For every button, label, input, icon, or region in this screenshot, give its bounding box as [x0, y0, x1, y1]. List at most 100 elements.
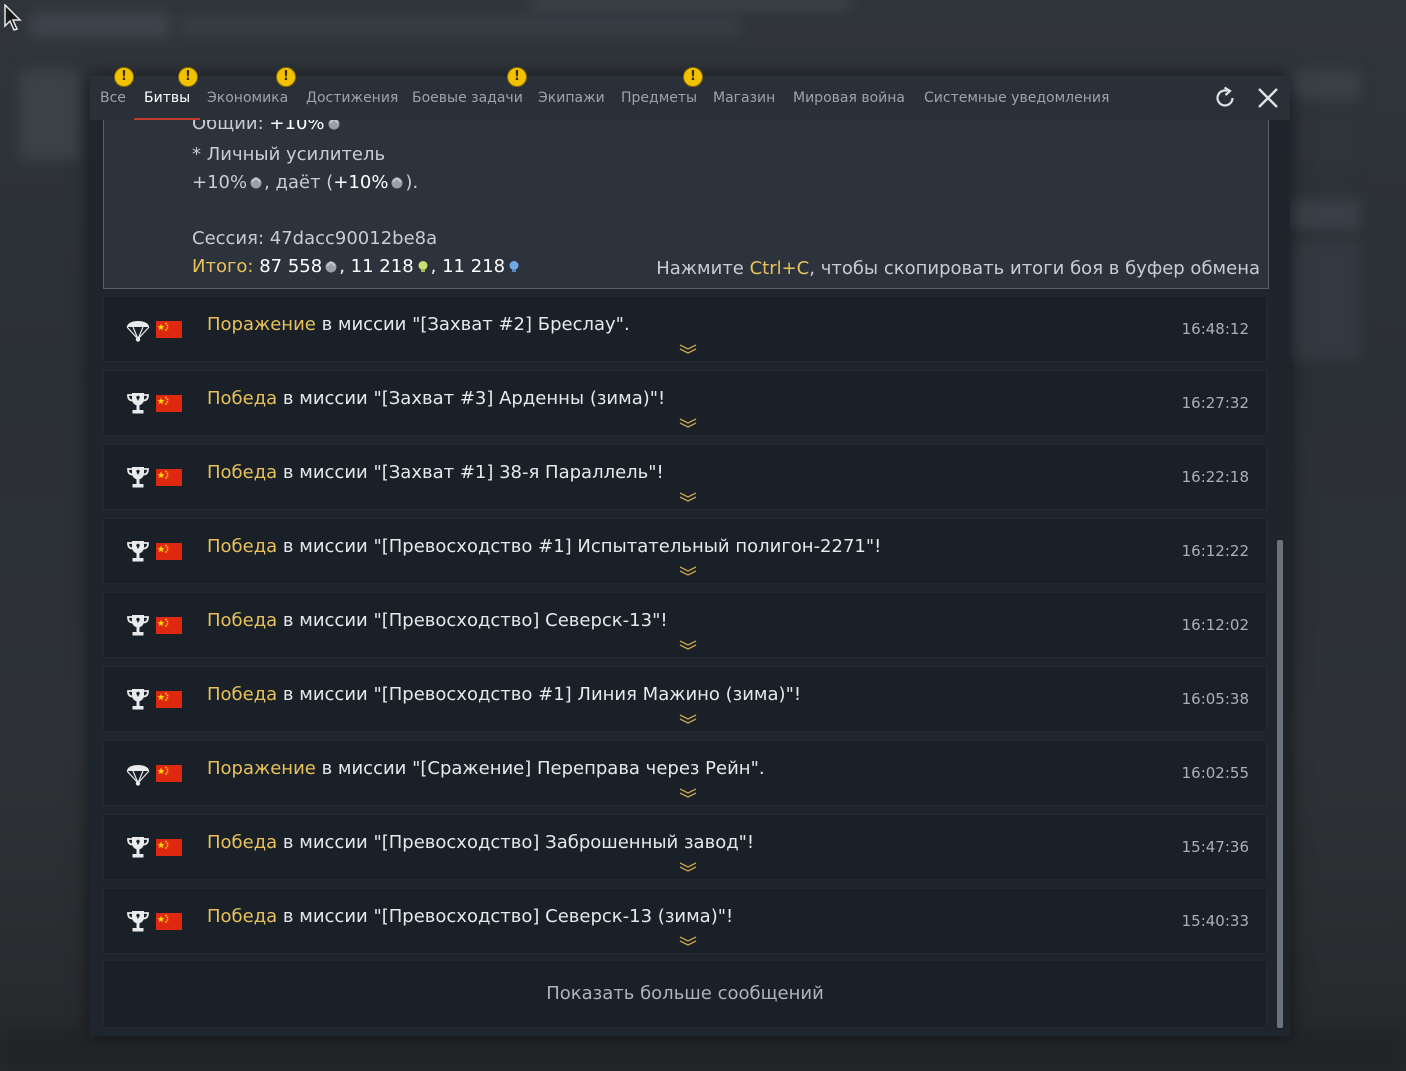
tab-economy[interactable]: ! Экономика [207, 67, 296, 120]
scrollbar-thumb[interactable] [1277, 540, 1283, 1028]
message-text: Поражение в миссии "[Захват #2] Бреслау"… [207, 314, 630, 335]
battle-message-row[interactable]: Победа в миссии "[Захват #3] Арденны (зи… [103, 370, 1267, 436]
message-text: Победа в миссии "[Захват #1] 38-я Паралл… [207, 462, 664, 483]
message-time: 16:02:55 [1181, 764, 1249, 782]
total-silver-lions: 87 558 [253, 256, 323, 277]
alert-badge-icon: ! [683, 67, 703, 87]
trophy-icon [127, 615, 149, 636]
battle-message-row[interactable]: Победа в миссии "[Превосходство] Заброше… [103, 814, 1267, 880]
expand-chevron-icon[interactable] [678, 344, 698, 354]
tab-all[interactable]: ! Все [100, 67, 134, 120]
expand-chevron-icon[interactable] [678, 788, 698, 798]
booster-gives: , даёт ( [264, 172, 334, 193]
total-research-points: , 11 218 [339, 256, 414, 277]
general-bonus-line: Общий: +10% [192, 120, 342, 134]
tab-label: Мировая война [793, 90, 905, 106]
expand-chevron-icon[interactable] [678, 492, 698, 502]
session-id: 47dacc90012be8a [269, 228, 438, 249]
show-more-button[interactable]: Показать больше сообщений [103, 960, 1267, 1028]
tab-system-notifications[interactable]: Системные уведомления [924, 76, 1109, 120]
expand-chevron-icon[interactable] [678, 862, 698, 872]
booster-gives-value: +10% [333, 172, 389, 193]
mission-name: в миссии "[Превосходство] Заброшенный за… [277, 832, 755, 853]
tab-battle-tasks[interactable]: ! Боевые задачи [412, 67, 527, 120]
silver-lions-icon [325, 261, 337, 273]
alert-badge-icon: ! [276, 67, 296, 87]
battle-message-row[interactable]: Победа в миссии "[Превосходство] Северск… [103, 888, 1267, 954]
battle-result: Победа [207, 906, 278, 927]
expand-chevron-icon[interactable] [678, 418, 698, 428]
battle-message-row[interactable]: Поражение в миссии "[Сражение] Переправа… [103, 740, 1267, 806]
china-flag-icon [156, 839, 182, 856]
silver-lions-icon [250, 177, 262, 189]
messages-list[interactable]: Общий: +10% * Личный усилитель +10%, даё… [90, 120, 1290, 1036]
message-time: 15:47:36 [1181, 838, 1249, 856]
expand-chevron-icon[interactable] [678, 714, 698, 724]
copy-hint-post: , чтобы скопировать итоги боя в буфер об… [809, 258, 1260, 279]
silver-lions-icon [391, 177, 403, 189]
trophy-icon [127, 393, 149, 414]
trophy-icon [127, 467, 149, 488]
message-time: 16:12:02 [1181, 616, 1249, 634]
tab-items[interactable]: ! Предметы [621, 67, 703, 120]
battle-result: Победа [207, 388, 278, 409]
general-label: Общий: [192, 120, 270, 134]
battle-message-row[interactable]: Победа в миссии "[Превосходство #1] Испы… [103, 518, 1267, 584]
refresh-icon[interactable] [1211, 84, 1239, 112]
notifications-window: ! Все ! Битвы ! Экономика Достижения ! Б… [90, 67, 1290, 1036]
china-flag-icon [156, 691, 182, 708]
message-text: Победа в миссии "[Захват #3] Арденны (зи… [207, 388, 665, 409]
research-points-icon [418, 261, 428, 272]
message-text: Победа в миссии "[Превосходство] Заброше… [207, 832, 754, 853]
message-text: Победа в миссии "[Превосходство] Северск… [207, 906, 733, 927]
message-text: Поражение в миссии "[Сражение] Переправа… [207, 758, 765, 779]
china-flag-icon [156, 913, 182, 930]
tab-crews[interactable]: Экипажи [538, 76, 605, 120]
message-text: Победа в миссии "[Превосходство] Северск… [207, 610, 668, 631]
mission-name: в миссии "[Сражение] Переправа через Рей… [315, 758, 765, 779]
copy-hint: Нажмите Ctrl+C, чтобы скопировать итоги … [656, 258, 1260, 279]
tab-achievements[interactable]: Достижения [306, 76, 398, 120]
expand-chevron-icon[interactable] [678, 936, 698, 946]
expand-chevron-icon[interactable] [678, 566, 698, 576]
message-text: Победа в миссии "[Превосходство #1] Лини… [207, 684, 801, 705]
battle-result: Победа [207, 832, 278, 853]
mission-name: в миссии "[Превосходство #1] Линия Мажин… [277, 684, 802, 705]
battle-message-row[interactable]: Победа в миссии "[Превосходство #1] Лини… [103, 666, 1267, 732]
tab-label: Экономика [207, 90, 289, 106]
tab-label: Боевые задачи [412, 90, 523, 106]
china-flag-icon [156, 617, 182, 634]
message-time: 15:40:33 [1181, 912, 1249, 930]
mission-name: в миссии "[Превосходство] Северск-13 (зи… [277, 906, 734, 927]
tab-label: Битвы [144, 90, 191, 106]
total-label: Итого: [192, 256, 254, 277]
tab-world-war[interactable]: Мировая война [793, 76, 905, 120]
mission-name: в миссии "[Превосходство] Северск-13"! [277, 610, 668, 631]
mission-name: в миссии "[Захват #3] Арденны (зима)"! [277, 388, 666, 409]
expand-chevron-icon[interactable] [678, 640, 698, 650]
tab-battles[interactable]: ! Битвы [133, 67, 201, 120]
battle-result: Победа [207, 610, 278, 631]
tab-bar: ! Все ! Битвы ! Экономика Достижения ! Б… [90, 67, 1290, 120]
battle-message-row[interactable]: Победа в миссии "[Захват #1] 38-я Паралл… [103, 444, 1267, 510]
general-value: +10% [269, 120, 325, 134]
message-time: 16:12:22 [1181, 542, 1249, 560]
battle-message-row[interactable]: Победа в миссии "[Превосходство] Северск… [103, 592, 1267, 658]
tab-store[interactable]: Магазин [713, 76, 775, 120]
battle-message-row[interactable]: Поражение в миссии "[Захват #2] Бреслау"… [103, 296, 1267, 362]
tab-label: Предметы [621, 90, 698, 106]
trophy-icon [127, 837, 149, 858]
booster-end: ). [405, 172, 419, 193]
tab-label: Экипажи [538, 90, 605, 106]
tab-label: Все [100, 90, 126, 106]
booster-value: +10% [192, 172, 248, 193]
mouse-cursor-icon [4, 4, 22, 31]
copy-hint-key: Ctrl+C [749, 258, 810, 279]
parachute-icon [126, 321, 150, 342]
battle-result: Поражение [207, 314, 316, 335]
alert-badge-icon: ! [178, 67, 198, 87]
battle-result: Победа [207, 462, 278, 483]
booster-value-line: +10%, даёт (+10%). [192, 172, 418, 193]
close-icon[interactable] [1254, 84, 1282, 112]
china-flag-icon [156, 765, 182, 782]
